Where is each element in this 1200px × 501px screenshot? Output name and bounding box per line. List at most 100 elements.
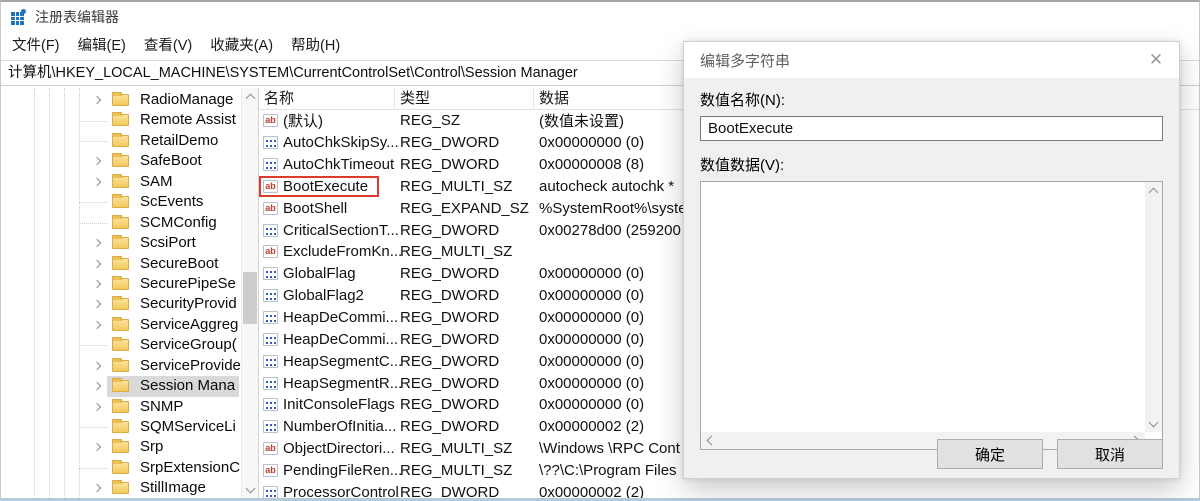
tree-item-label: ScsiPort — [140, 233, 196, 253]
value-type: REG_DWORD — [395, 309, 534, 326]
folder-icon — [112, 237, 129, 249]
chevron-right-icon[interactable] — [94, 178, 101, 185]
scroll-left-icon[interactable] — [701, 432, 718, 449]
tree-item-label: ServiceProvide — [140, 356, 241, 376]
string-value-icon: ab — [263, 202, 278, 215]
chevron-right-icon[interactable] — [94, 484, 101, 491]
dialog-title-bar: 编辑多字符串 ✕ — [684, 42, 1179, 78]
value-type: REG_SZ — [395, 112, 534, 129]
cancel-button[interactable]: 取消 — [1057, 439, 1163, 469]
registry-value-row[interactable]: ProcessorControl REG_DWORD 0x00000002 (2… — [259, 481, 1199, 498]
scroll-up-icon[interactable] — [242, 88, 259, 105]
tree-item[interactable]: SQMServiceLi — [1, 417, 241, 437]
value-type: REG_DWORD — [395, 396, 534, 413]
value-data: 0x00000002 (2) — [534, 484, 1199, 498]
tree-item[interactable]: RetailDemo — [1, 131, 241, 151]
menu-item[interactable]: 帮助(H) — [282, 32, 349, 60]
value-data-textarea[interactable] — [700, 181, 1163, 450]
tree-item-label: Remote Assist — [140, 110, 236, 130]
scroll-down-icon[interactable] — [242, 481, 259, 498]
tree-item[interactable]: ScEvents — [1, 192, 241, 212]
folder-icon — [112, 278, 129, 290]
folder-icon — [112, 114, 129, 126]
scrollbar-thumb[interactable] — [243, 272, 257, 324]
value-name-cell: ab PendingFileRen... — [259, 462, 395, 479]
dword-value-icon — [263, 355, 278, 368]
value-name-cell: ab (默认) — [259, 110, 395, 131]
scroll-down-icon[interactable] — [1145, 415, 1162, 432]
value-name: GlobalFlag2 — [283, 287, 364, 304]
dword-value-icon — [263, 289, 278, 302]
tree-item-label: ServiceGroup( — [140, 335, 237, 355]
tree-item[interactable]: RadioManage — [1, 90, 241, 110]
value-name-cell: ab BootShell — [259, 200, 395, 217]
chevron-right-icon[interactable] — [94, 239, 101, 246]
tree-item-label: SecurePipeSe — [140, 274, 236, 294]
tree-item[interactable]: SNMP — [1, 397, 241, 417]
tree-item[interactable]: ServiceProvide — [1, 356, 241, 376]
tree-item-label: SCMConfig — [140, 213, 217, 233]
tree-connector — [79, 427, 107, 428]
folder-icon — [112, 421, 129, 433]
string-value-icon: ab — [263, 114, 278, 127]
ok-button[interactable]: 确定 — [937, 439, 1043, 469]
value-name: HeapDeCommi... — [283, 309, 398, 326]
tree-item[interactable]: ScsiPort — [1, 233, 241, 253]
tree-item[interactable]: Session Mana — [1, 376, 241, 396]
value-data-text[interactable] — [705, 184, 1142, 429]
chevron-right-icon[interactable] — [94, 443, 101, 450]
tree-item[interactable]: Remote Assist — [1, 110, 241, 130]
column-header-type[interactable]: 类型 — [395, 88, 534, 109]
folder-icon — [112, 319, 129, 331]
tree-item[interactable]: SecureBoot — [1, 254, 241, 274]
tree-item[interactable]: SecurePipeSe — [1, 274, 241, 294]
tree-item[interactable]: SrpExtensionC — [1, 458, 241, 478]
string-value-icon: ab — [263, 245, 278, 258]
chevron-right-icon[interactable] — [94, 280, 101, 287]
tree-item[interactable]: ServiceGroup( — [1, 335, 241, 355]
tree-item-label: Srp — [140, 437, 163, 457]
menu-item[interactable]: 编辑(E) — [69, 32, 135, 60]
column-header-name[interactable]: 名称 — [259, 88, 395, 109]
folder-icon — [112, 339, 129, 351]
tree-item[interactable]: StillImage — [1, 478, 241, 498]
scroll-up-icon[interactable] — [1145, 182, 1162, 199]
tree-item-label: Session Mana — [140, 376, 235, 396]
dialog-body: 数值名称(N): BootExecute 数值数据(V): — [684, 78, 1179, 450]
chevron-right-icon[interactable] — [94, 300, 101, 307]
tree-scrollbar[interactable] — [241, 88, 258, 498]
tree-item[interactable]: ServiceAggreg — [1, 315, 241, 335]
chevron-right-icon[interactable] — [94, 96, 101, 103]
menu-item[interactable]: 文件(F) — [3, 32, 69, 60]
value-name: InitConsoleFlags — [283, 396, 395, 413]
value-type: REG_DWORD — [395, 222, 534, 239]
tree-item[interactable]: SCMConfig — [1, 213, 241, 233]
close-icon[interactable]: ✕ — [1141, 48, 1171, 72]
textarea-vertical-scrollbar[interactable] — [1145, 182, 1162, 432]
tree-item-label: SecureBoot — [140, 254, 218, 274]
value-data-label: 数值数据(V): — [700, 154, 1163, 175]
dialog-title: 编辑多字符串 — [700, 50, 790, 71]
value-type: REG_DWORD — [395, 484, 534, 498]
tree-item[interactable]: SAM — [1, 172, 241, 192]
chevron-right-icon[interactable] — [94, 157, 101, 164]
chevron-right-icon[interactable] — [94, 321, 101, 328]
value-type: REG_DWORD — [395, 418, 534, 435]
value-name: CriticalSectionT... — [283, 222, 399, 239]
chevron-right-icon[interactable] — [94, 260, 101, 267]
tree-item[interactable]: Srp — [1, 437, 241, 457]
tree-item[interactable]: SecurityProvid — [1, 294, 241, 314]
menu-item[interactable]: 查看(V) — [135, 32, 201, 60]
menu-item[interactable]: 收藏夹(A) — [201, 32, 282, 60]
value-type: REG_DWORD — [395, 134, 534, 151]
chevron-right-icon[interactable] — [94, 382, 101, 389]
value-type: REG_DWORD — [395, 265, 534, 282]
string-value-icon: ab — [263, 464, 278, 477]
value-name-input[interactable]: BootExecute — [700, 116, 1163, 141]
folder-icon — [112, 482, 129, 494]
chevron-right-icon[interactable] — [94, 362, 101, 369]
tree-item[interactable]: SafeBoot — [1, 151, 241, 171]
chevron-right-icon[interactable] — [94, 403, 101, 410]
value-name: NumberOfInitia... — [283, 418, 396, 435]
value-name-cell: GlobalFlag — [259, 265, 395, 282]
